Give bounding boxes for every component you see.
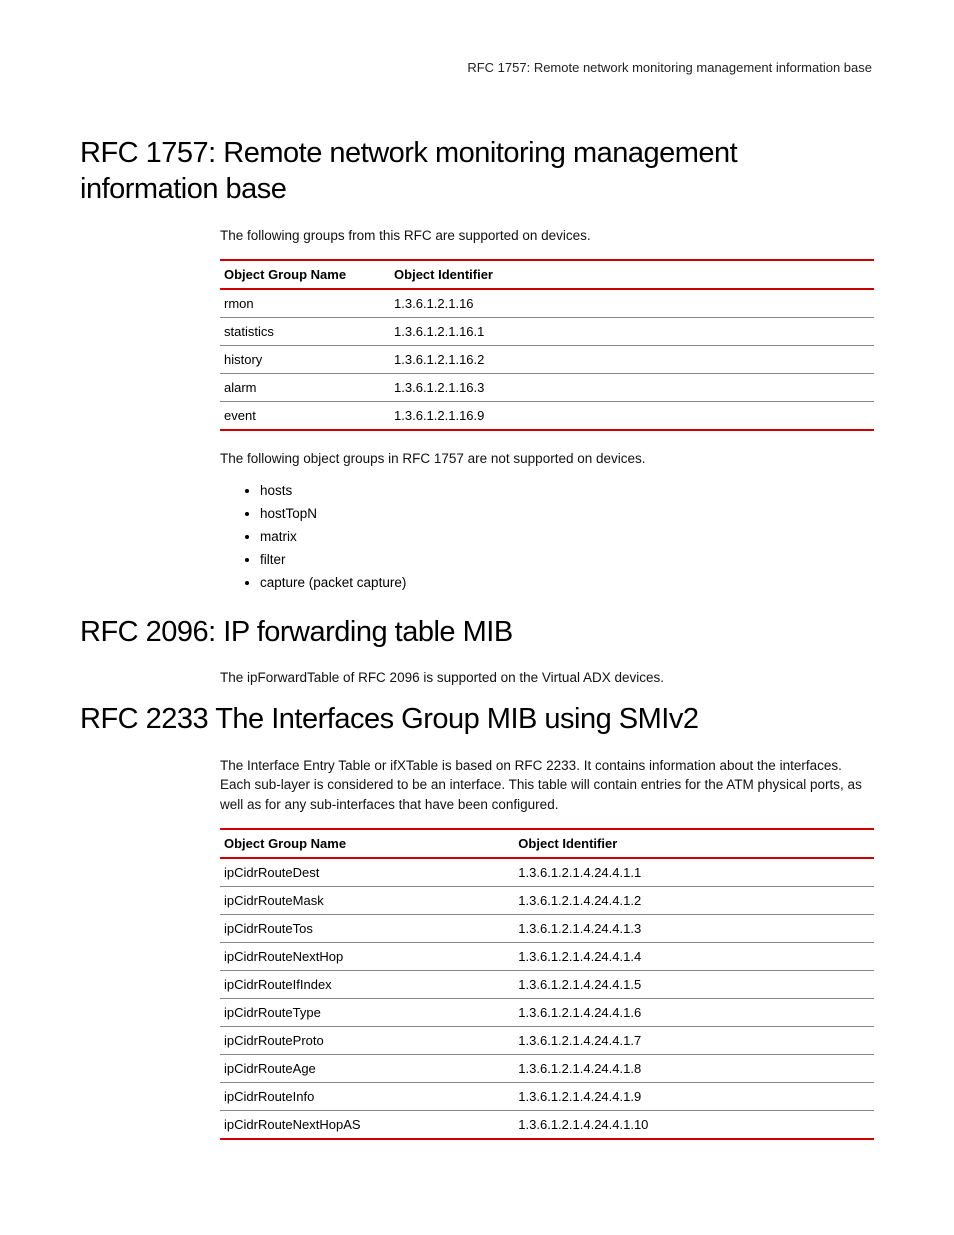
- table-row: ipCidrRouteIfIndex1.3.6.1.2.1.4.24.4.1.5: [220, 971, 874, 999]
- cell-name: ipCidrRouteNextHopAS: [220, 1111, 514, 1140]
- section-after-rfc1757: The following object groups in RFC 1757 …: [220, 449, 874, 469]
- table-row: ipCidrRouteNextHop1.3.6.1.2.1.4.24.4.1.4: [220, 943, 874, 971]
- cell-oid: 1.3.6.1.2.1.4.24.4.1.2: [514, 887, 874, 915]
- list-item: capture (packet capture): [260, 575, 874, 590]
- table-row: ipCidrRouteNextHopAS1.3.6.1.2.1.4.24.4.1…: [220, 1111, 874, 1140]
- table-row: ipCidrRouteDest1.3.6.1.2.1.4.24.4.1.1: [220, 858, 874, 887]
- cell-name: ipCidrRouteDest: [220, 858, 514, 887]
- table-row: ipCidrRouteInfo1.3.6.1.2.1.4.24.4.1.9: [220, 1083, 874, 1111]
- section-heading-rfc2233: RFC 2233 The Interfaces Group MIB using …: [80, 701, 874, 737]
- list-item: matrix: [260, 529, 874, 544]
- table-row: alarm1.3.6.1.2.1.16.3: [220, 374, 874, 402]
- table-row: ipCidrRouteMask1.3.6.1.2.1.4.24.4.1.2: [220, 887, 874, 915]
- cell-name: statistics: [220, 318, 390, 346]
- table-header-oid: Object Identifier: [390, 260, 874, 289]
- table-row: statistics1.3.6.1.2.1.16.1: [220, 318, 874, 346]
- table-rfc2233: Object Group Name Object Identifier ipCi…: [220, 828, 874, 1140]
- table-header-row: Object Group Name Object Identifier: [220, 829, 874, 858]
- cell-name: ipCidrRouteType: [220, 999, 514, 1027]
- cell-name: alarm: [220, 374, 390, 402]
- cell-name: ipCidrRouteTos: [220, 915, 514, 943]
- table-header-name: Object Group Name: [220, 829, 514, 858]
- section-heading-rfc2096: RFC 2096: IP forwarding table MIB: [80, 614, 874, 650]
- cell-oid: 1.3.6.1.2.1.16.3: [390, 374, 874, 402]
- cell-name: ipCidrRouteIfIndex: [220, 971, 514, 999]
- section-heading-rfc1757: RFC 1757: Remote network monitoring mana…: [80, 135, 874, 208]
- table-row: ipCidrRouteAge1.3.6.1.2.1.4.24.4.1.8: [220, 1055, 874, 1083]
- cell-oid: 1.3.6.1.2.1.4.24.4.1.6: [514, 999, 874, 1027]
- cell-oid: 1.3.6.1.2.1.4.24.4.1.9: [514, 1083, 874, 1111]
- list-item: filter: [260, 552, 874, 567]
- cell-oid: 1.3.6.1.2.1.16.9: [390, 402, 874, 431]
- list-item: hosts: [260, 483, 874, 498]
- cell-oid: 1.3.6.1.2.1.4.24.4.1.3: [514, 915, 874, 943]
- section-intro-rfc2096: The ipForwardTable of RFC 2096 is suppor…: [220, 668, 874, 688]
- cell-name: history: [220, 346, 390, 374]
- cell-oid: 1.3.6.1.2.1.4.24.4.1.10: [514, 1111, 874, 1140]
- cell-oid: 1.3.6.1.2.1.4.24.4.1.1: [514, 858, 874, 887]
- cell-oid: 1.3.6.1.2.1.4.24.4.1.5: [514, 971, 874, 999]
- cell-name: rmon: [220, 289, 390, 318]
- cell-oid: 1.3.6.1.2.1.4.24.4.1.7: [514, 1027, 874, 1055]
- cell-name: ipCidrRouteInfo: [220, 1083, 514, 1111]
- cell-name: ipCidrRouteMask: [220, 887, 514, 915]
- unsupported-list: hosts hostTopN matrix filter capture (pa…: [220, 483, 874, 590]
- list-item: hostTopN: [260, 506, 874, 521]
- table-header-oid: Object Identifier: [514, 829, 874, 858]
- cell-oid: 1.3.6.1.2.1.4.24.4.1.4: [514, 943, 874, 971]
- cell-oid: 1.3.6.1.2.1.16.2: [390, 346, 874, 374]
- cell-oid: 1.3.6.1.2.1.16: [390, 289, 874, 318]
- table-row: ipCidrRouteTos1.3.6.1.2.1.4.24.4.1.3: [220, 915, 874, 943]
- running-header: RFC 1757: Remote network monitoring mana…: [80, 60, 874, 75]
- cell-name: ipCidrRouteNextHop: [220, 943, 514, 971]
- table-header-row: Object Group Name Object Identifier: [220, 260, 874, 289]
- section-intro-rfc1757: The following groups from this RFC are s…: [220, 226, 874, 246]
- cell-oid: 1.3.6.1.2.1.16.1: [390, 318, 874, 346]
- cell-name: ipCidrRouteAge: [220, 1055, 514, 1083]
- section-intro-rfc2233: The Interface Entry Table or ifXTable is…: [220, 756, 874, 815]
- table-row: ipCidrRouteType1.3.6.1.2.1.4.24.4.1.6: [220, 999, 874, 1027]
- table-row: rmon1.3.6.1.2.1.16: [220, 289, 874, 318]
- table-row: history1.3.6.1.2.1.16.2: [220, 346, 874, 374]
- cell-name: ipCidrRouteProto: [220, 1027, 514, 1055]
- table-rfc1757: Object Group Name Object Identifier rmon…: [220, 259, 874, 431]
- cell-name: event: [220, 402, 390, 431]
- table-header-name: Object Group Name: [220, 260, 390, 289]
- table-row: event1.3.6.1.2.1.16.9: [220, 402, 874, 431]
- cell-oid: 1.3.6.1.2.1.4.24.4.1.8: [514, 1055, 874, 1083]
- table-row: ipCidrRouteProto1.3.6.1.2.1.4.24.4.1.7: [220, 1027, 874, 1055]
